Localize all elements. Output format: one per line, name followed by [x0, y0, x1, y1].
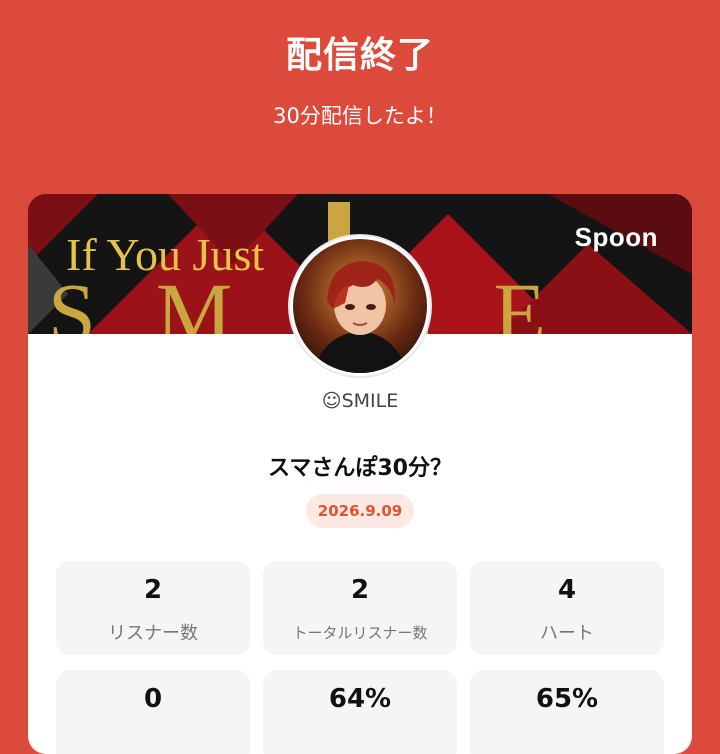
page-title: 配信終了 — [285, 35, 434, 76]
brand-logo: Spoon — [574, 222, 658, 252]
avatar — [290, 236, 430, 376]
stat-hearts: 4 ハート — [470, 561, 664, 655]
stat-listeners: 2 リスナー数 — [56, 561, 250, 655]
stat-item: 64% — [263, 670, 457, 754]
date-badge: 2026.9.09 — [306, 494, 414, 528]
stat-item: 65% — [470, 670, 664, 754]
stat-label: トータルリスナー数 — [292, 624, 428, 642]
broadcast-summary-card: If You Just SMILE Spoon ☺SMILE ス — [28, 194, 692, 754]
stat-label: リスナー数 — [108, 623, 198, 644]
stat-value: 65% — [535, 684, 599, 714]
stat-label: ハート — [540, 623, 594, 644]
stat-value: 2 — [350, 575, 370, 605]
stat-total-listeners: 2 トータルリスナー数 — [263, 561, 457, 655]
page-subtitle: 30分配信したよ！ — [273, 104, 447, 128]
stat-value: 4 — [557, 575, 577, 605]
stat-item: 0 — [56, 670, 250, 754]
stat-value: 2 — [143, 575, 163, 605]
stream-title: スマさんぽ30分？ — [268, 456, 452, 481]
username: ☺SMILE — [321, 390, 399, 412]
stat-value: 0 — [143, 684, 163, 714]
stat-value: 64% — [328, 684, 392, 714]
